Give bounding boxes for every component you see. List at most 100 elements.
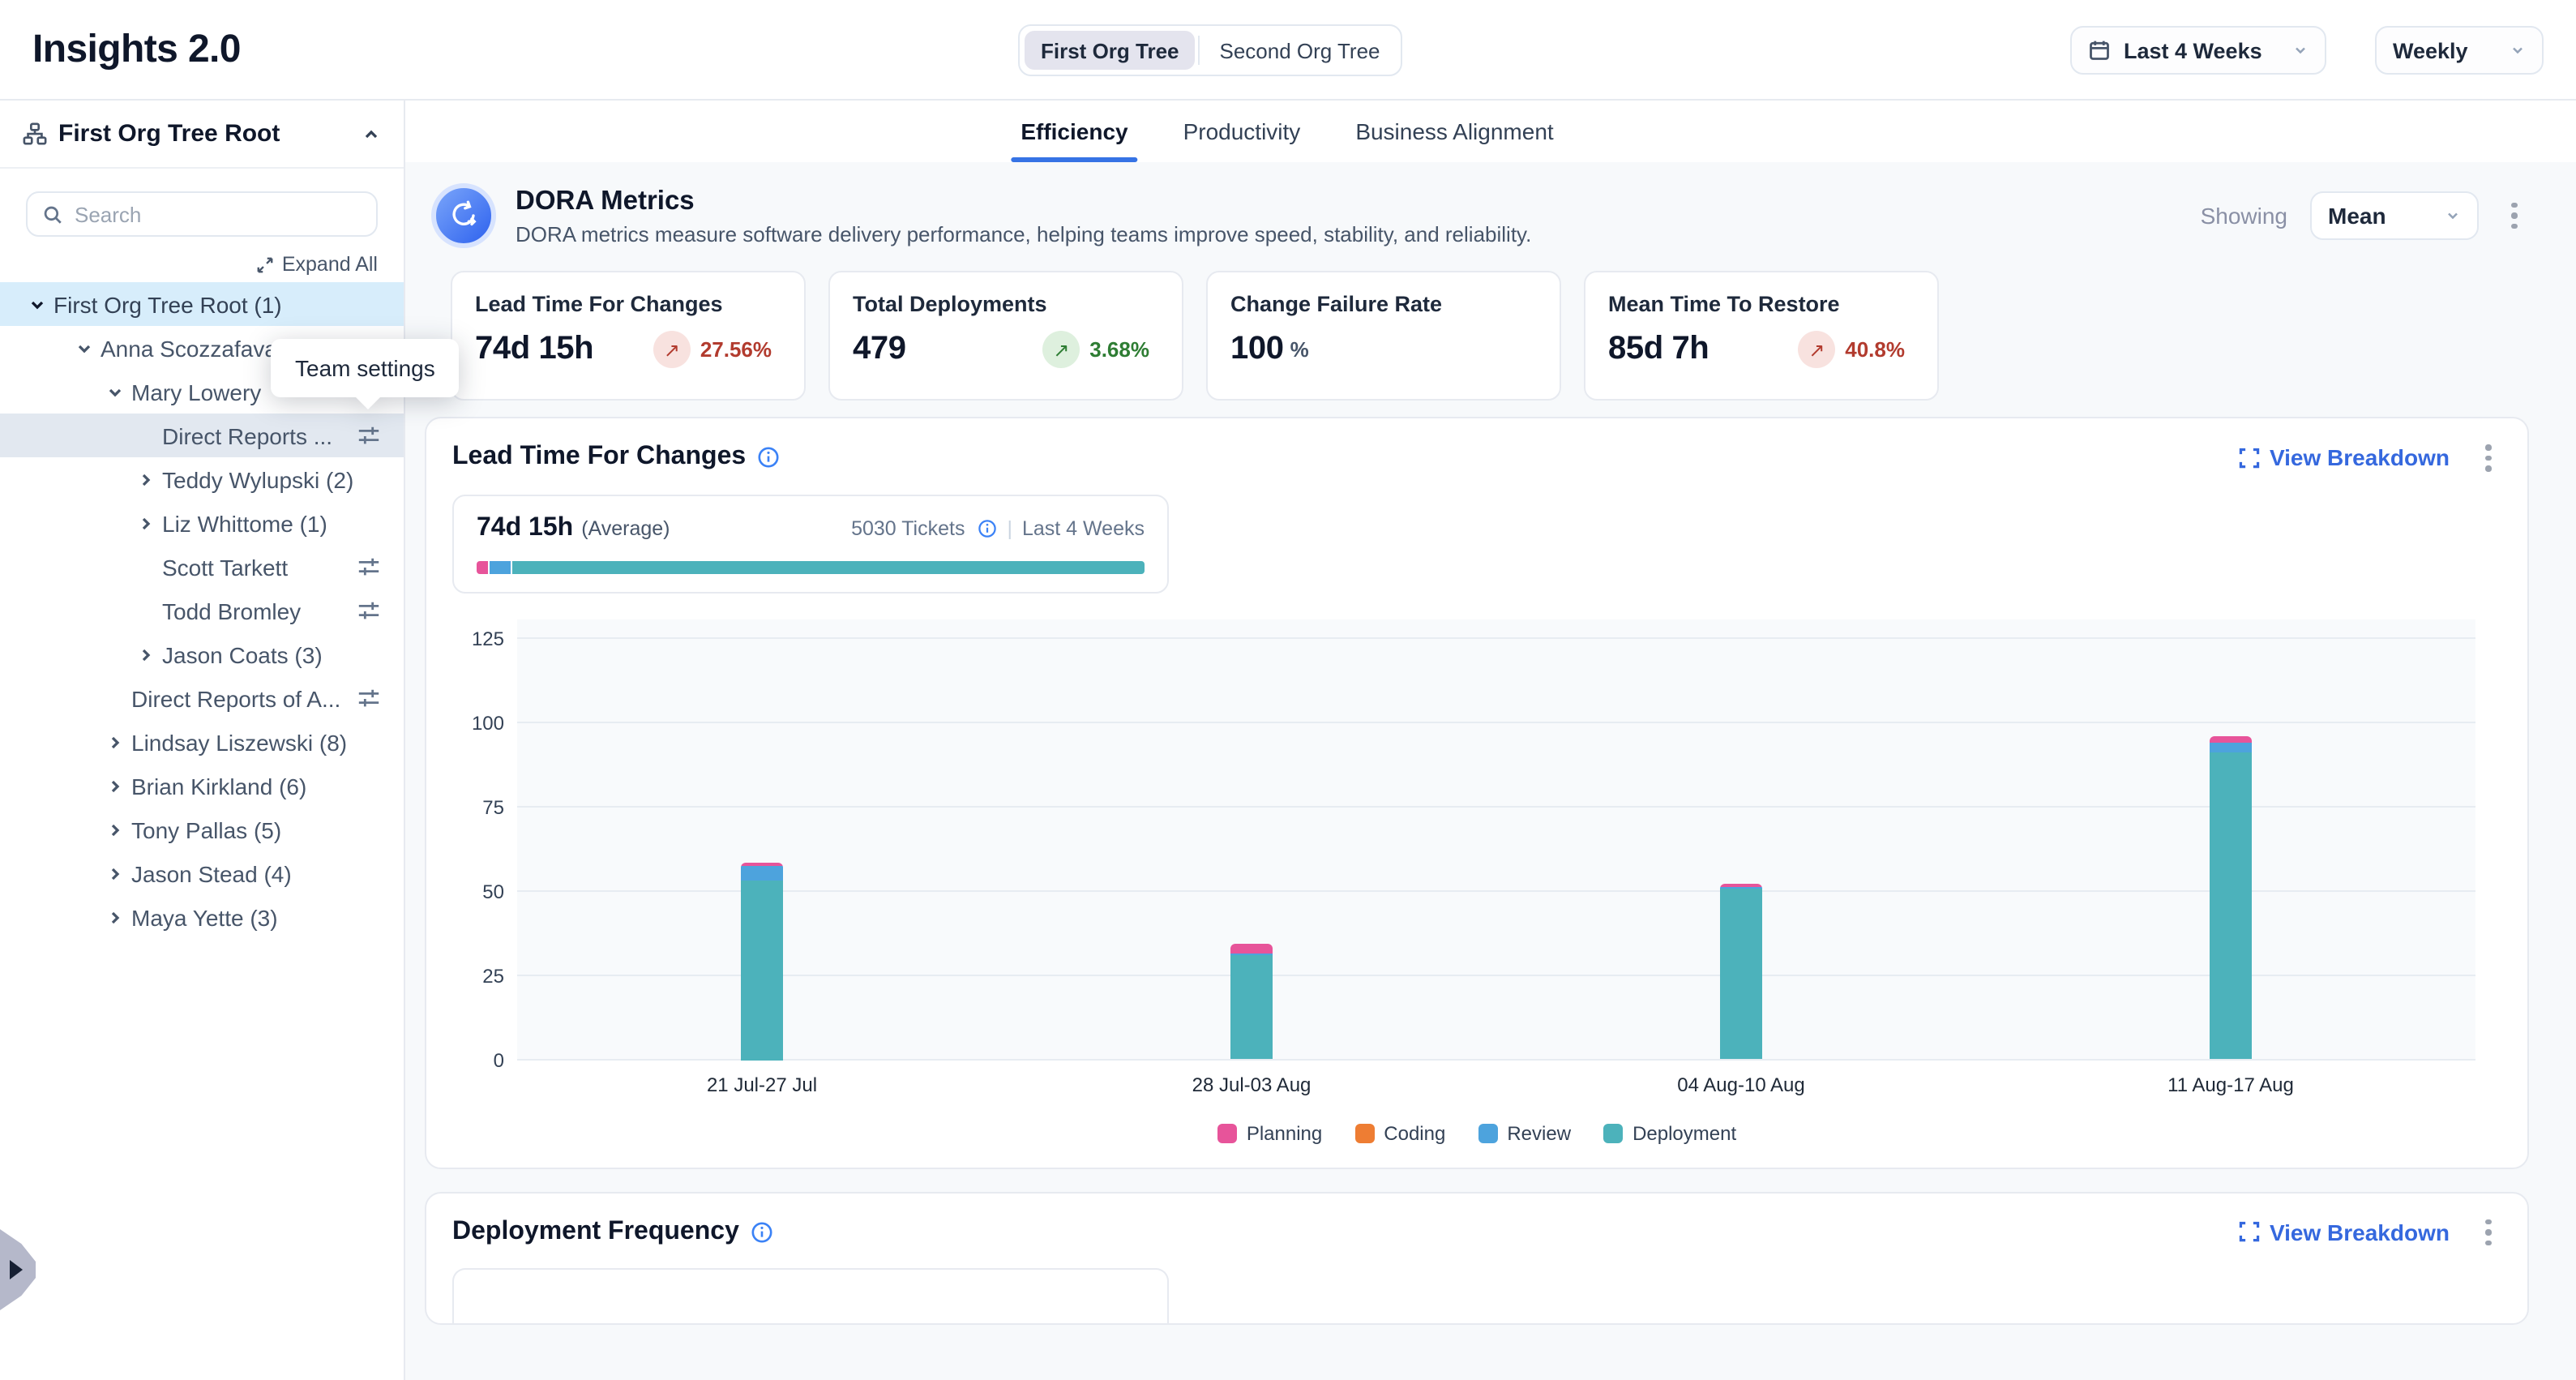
card-lead-time-for-changes: Lead Time For Changes 74d 15h ↗ 27.56% bbox=[451, 271, 806, 401]
info-icon[interactable] bbox=[757, 447, 780, 469]
tree-item-tony-pallas[interactable]: Tony Pallas (5) bbox=[0, 808, 404, 851]
legend-swatch bbox=[1603, 1123, 1623, 1142]
card-total-deployments: Total Deployments 479 ↗ 3.68% bbox=[828, 271, 1183, 401]
toggle-second-org-tree[interactable]: Second Org Tree bbox=[1204, 31, 1397, 70]
calendar-icon bbox=[2088, 39, 2111, 62]
team-settings-icon[interactable] bbox=[357, 686, 381, 710]
tree-item-brian-kirkland[interactable]: Brian Kirkland (6) bbox=[0, 764, 404, 808]
deployment-frequency-panel: Deployment Frequency View Breakdown bbox=[425, 1191, 2529, 1325]
chevron-down-icon[interactable] bbox=[26, 293, 49, 315]
sidebar-header: First Org Tree Root bbox=[0, 101, 404, 169]
chevron-right-icon[interactable] bbox=[135, 468, 157, 491]
team-settings-icon[interactable] bbox=[357, 598, 381, 623]
trend-badge: ↗ 40.8% bbox=[1798, 331, 1905, 368]
stacked-bar[interactable] bbox=[1230, 943, 1273, 1060]
top-bar: Insights 2.0 First Org Tree Second Org T… bbox=[0, 0, 2576, 101]
tree-item-direct-reports-of-a[interactable]: Direct Reports of A... bbox=[0, 676, 404, 720]
gridline bbox=[517, 889, 2475, 891]
deployment-frequency-summary bbox=[452, 1268, 1169, 1323]
lead-time-menu-button[interactable] bbox=[2475, 441, 2501, 474]
org-chart-icon bbox=[23, 122, 47, 146]
legend-item-review[interactable]: Review bbox=[1478, 1121, 1571, 1144]
chevron-right-icon[interactable] bbox=[104, 906, 126, 928]
x-tick-label: 21 Jul-27 Jul bbox=[707, 1073, 817, 1095]
dora-description: DORA metrics measure software delivery p… bbox=[516, 221, 1531, 246]
y-axis: 0255075100125 bbox=[452, 619, 517, 1060]
dashboard-content: DORA Metrics DORA metrics measure softwa… bbox=[405, 162, 2576, 1380]
tree-item-jason-coats[interactable]: Jason Coats (3) bbox=[0, 632, 404, 676]
y-tick-label: 75 bbox=[482, 795, 504, 818]
tree-item-scott-tarkett[interactable]: Scott Tarkett bbox=[0, 545, 404, 589]
toggle-first-org-tree[interactable]: First Org Tree bbox=[1025, 31, 1196, 70]
legend-item-coding[interactable]: Coding bbox=[1354, 1121, 1445, 1144]
chevron-right-icon[interactable] bbox=[135, 512, 157, 534]
chevron-right-icon[interactable] bbox=[104, 862, 126, 885]
bar-segment-planning bbox=[1230, 943, 1273, 953]
gridline bbox=[517, 974, 2475, 975]
tree-item-lindsay-liszewski[interactable]: Lindsay Liszewski (8) bbox=[0, 720, 404, 764]
tree-item-direct-reports[interactable]: Direct Reports ... bbox=[0, 414, 404, 457]
card-mean-time-to-restore: Mean Time To Restore 85d 7h ↗ 40.8% bbox=[1584, 271, 1939, 401]
org-tree-sidebar: First Org Tree Root Expand All bbox=[0, 101, 405, 1380]
view-breakdown-link[interactable]: View Breakdown bbox=[2239, 1219, 2450, 1245]
tab-efficiency[interactable]: Efficiency bbox=[1017, 101, 1131, 162]
showing-value: Mean bbox=[2328, 203, 2432, 229]
deployment-frequency-menu-button[interactable] bbox=[2475, 1215, 2501, 1249]
chevron-right-icon[interactable] bbox=[135, 643, 157, 666]
chevron-down-icon[interactable] bbox=[104, 380, 126, 403]
dora-title: DORA Metrics bbox=[516, 186, 1531, 216]
summary-segment-review bbox=[490, 560, 511, 573]
chevron-right-icon[interactable] bbox=[104, 731, 126, 753]
tree-item-first-org-tree-root[interactable]: First Org Tree Root (1) bbox=[0, 282, 404, 326]
card-change-failure-rate: Change Failure Rate 100 % bbox=[1206, 271, 1561, 401]
org-tree-toggle: First Org Tree Second Org Tree bbox=[1018, 24, 1403, 76]
trend-up-icon: ↗ bbox=[653, 331, 691, 368]
showing-select[interactable]: Mean bbox=[2310, 191, 2479, 240]
stacked-bar[interactable] bbox=[741, 864, 783, 1060]
granularity-select[interactable]: Weekly bbox=[2375, 26, 2544, 75]
expand-all-button[interactable]: Expand All bbox=[26, 253, 378, 276]
chevron-down-icon bbox=[2292, 42, 2309, 58]
lead-time-panel: Lead Time For Changes View Breakdown bbox=[425, 417, 2529, 1168]
deployment-frequency-title: Deployment Frequency bbox=[452, 1218, 739, 1247]
chevron-down-icon[interactable] bbox=[73, 336, 96, 359]
stacked-bar[interactable] bbox=[2210, 737, 2252, 1061]
x-tick-label: 11 Aug-17 Aug bbox=[2167, 1073, 2294, 1095]
legend-item-deployment[interactable]: Deployment bbox=[1603, 1121, 1736, 1144]
info-icon[interactable] bbox=[751, 1221, 773, 1244]
average-label: (Average) bbox=[581, 516, 670, 539]
bar-segment-review bbox=[741, 866, 783, 881]
tickets-count: 5030 Tickets bbox=[851, 516, 965, 539]
tree-item-liz-whittome[interactable]: Liz Whittome (1) bbox=[0, 501, 404, 545]
tree-search bbox=[26, 191, 378, 237]
tree-item-todd-bromley[interactable]: Todd Bromley bbox=[0, 589, 404, 632]
date-range-select[interactable]: Last 4 Weeks bbox=[2070, 26, 2326, 75]
bar-segment-deployment bbox=[2210, 752, 2252, 1060]
info-icon[interactable] bbox=[978, 518, 997, 538]
search-input[interactable] bbox=[75, 202, 362, 226]
stacked-bar[interactable] bbox=[1720, 883, 1762, 1060]
y-tick-label: 100 bbox=[472, 711, 504, 734]
expand-corners-icon bbox=[2239, 448, 2260, 469]
tab-business-alignment[interactable]: Business Alignment bbox=[1352, 101, 1556, 162]
view-breakdown-link[interactable]: View Breakdown bbox=[2239, 445, 2450, 471]
metric-value: 85d 7h bbox=[1608, 331, 1709, 368]
trend-up-icon: ↗ bbox=[1042, 331, 1080, 368]
toggle-divider bbox=[1199, 36, 1200, 65]
arrow-right-icon bbox=[10, 1260, 23, 1279]
tree-item-jason-stead[interactable]: Jason Stead (4) bbox=[0, 851, 404, 895]
tree-item-maya-yette[interactable]: Maya Yette (3) bbox=[0, 895, 404, 939]
tab-productivity[interactable]: Productivity bbox=[1180, 101, 1304, 162]
expand-all-icon bbox=[256, 255, 274, 273]
trend-badge: ↗ 3.68% bbox=[1042, 331, 1149, 368]
team-settings-icon[interactable] bbox=[357, 423, 381, 448]
legend-item-planning[interactable]: Planning bbox=[1217, 1121, 1322, 1144]
bar-segment-planning bbox=[2210, 737, 2252, 743]
chevron-right-icon[interactable] bbox=[104, 774, 126, 797]
sidebar-collapse-button[interactable] bbox=[362, 124, 381, 144]
chevron-right-icon[interactable] bbox=[104, 818, 126, 841]
sidebar-expand-handle[interactable] bbox=[0, 1229, 36, 1310]
dora-menu-button[interactable] bbox=[2501, 199, 2527, 233]
tree-item-teddy-wylupski[interactable]: Teddy Wylupski (2) bbox=[0, 457, 404, 501]
team-settings-icon[interactable] bbox=[357, 555, 381, 579]
